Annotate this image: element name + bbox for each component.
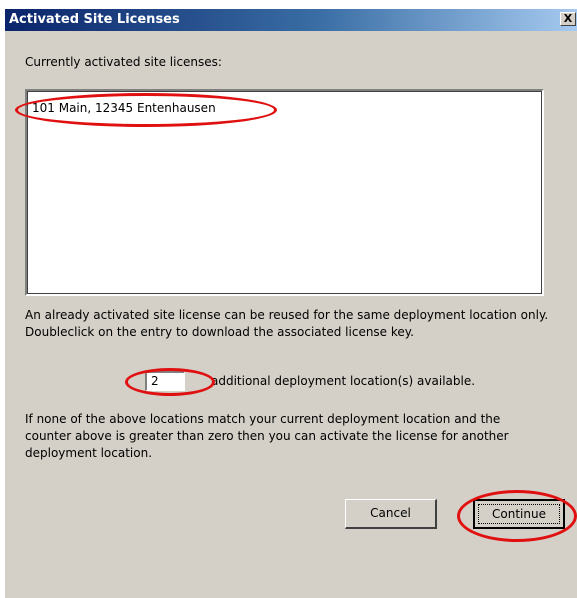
hint-text: If none of the above locations match you… — [25, 412, 509, 460]
licenses-heading: Currently activated site licenses: — [25, 55, 222, 69]
location-counter-field[interactable]: 2 — [145, 371, 185, 391]
counter-label: additional deployment location(s) availa… — [211, 374, 476, 388]
list-item[interactable]: 101 Main, 12345 Entenhausen — [32, 101, 216, 115]
close-icon: X — [563, 12, 573, 25]
licenses-listbox[interactable]: 101 Main, 12345 Entenhausen — [25, 89, 544, 296]
title-bar[interactable]: Activated Site Licenses X — [5, 9, 577, 31]
continue-button[interactable]: Continue — [473, 499, 565, 529]
continue-label: Continue — [492, 507, 546, 521]
cancel-button[interactable]: Cancel — [345, 499, 437, 529]
dialog-title: Activated Site Licenses — [9, 12, 180, 27]
dialog-window: Activated Site Licenses X Currently acti… — [4, 8, 577, 598]
close-button[interactable]: X — [560, 12, 576, 26]
info-text: An already activated site license can be… — [25, 308, 549, 339]
